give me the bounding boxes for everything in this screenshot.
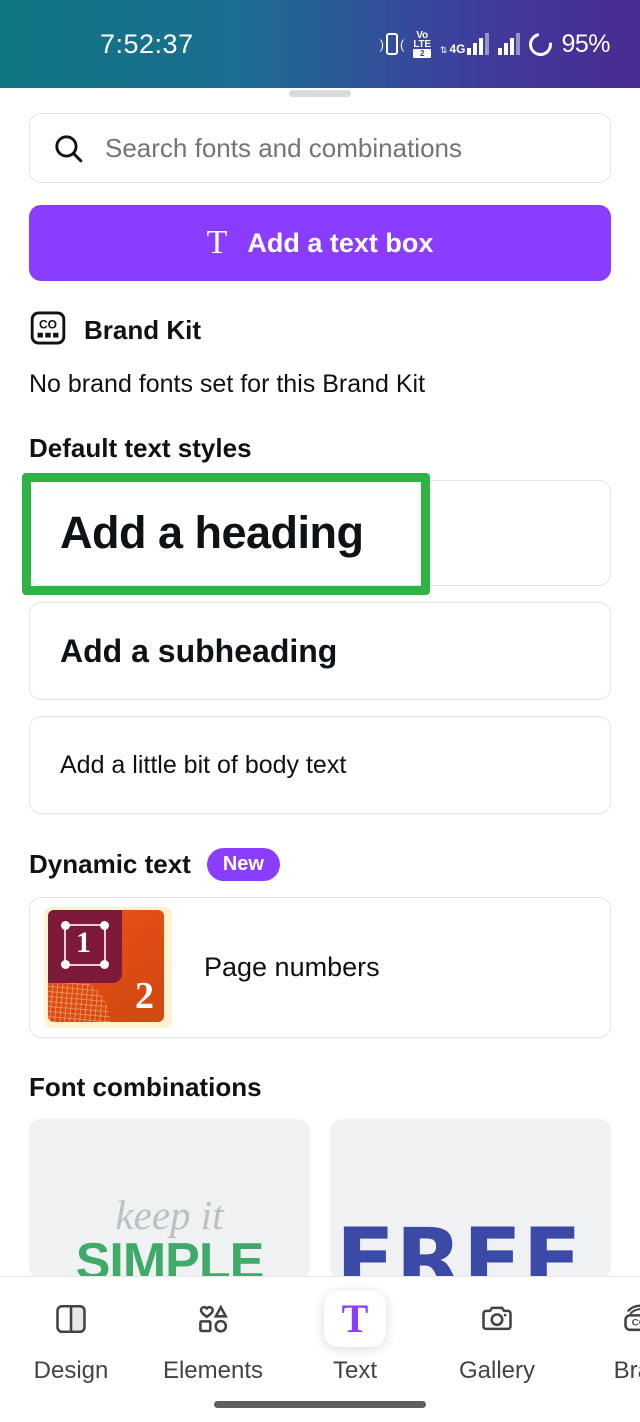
combo-card-2-line1: FREE bbox=[336, 1210, 583, 1279]
text-style-card-body[interactable]: Add a little bit of body text bbox=[29, 716, 611, 814]
dynamic-text-label: Dynamic text bbox=[29, 849, 191, 879]
text-T-icon: T bbox=[324, 1291, 386, 1347]
section-title-font-combinations: Font combinations bbox=[29, 1072, 262, 1102]
battery-percent: 95% bbox=[561, 29, 610, 58]
text-style-label-subheading: Add a subheading bbox=[60, 632, 338, 669]
status-time: 7:52:37 bbox=[100, 28, 194, 59]
nav-label-design: Design bbox=[33, 1357, 109, 1384]
camera-icon bbox=[466, 1291, 528, 1347]
font-combination-card-2[interactable]: FREE bbox=[330, 1119, 611, 1279]
network-type-label: 4G bbox=[449, 42, 466, 56]
text-T-icon: T bbox=[206, 224, 228, 261]
font-combination-list: keep it SIMPLE FREE bbox=[29, 1119, 611, 1279]
data-arrows-icon: ⇅ bbox=[439, 45, 448, 55]
signal-bars-icon-2 bbox=[498, 33, 521, 55]
page-numbers-thumbnail: 1 2 bbox=[44, 907, 172, 1028]
font-combination-card-1[interactable]: keep it SIMPLE bbox=[29, 1119, 310, 1279]
search-input[interactable] bbox=[105, 132, 588, 164]
brand-kit-note: No brand fonts set for this Brand Kit bbox=[29, 370, 426, 398]
battery-ring-icon bbox=[524, 27, 557, 61]
nav-label-brand-kit: Bran bbox=[613, 1357, 640, 1384]
volte-line2: LTE bbox=[413, 38, 431, 50]
nav-item-design[interactable]: Design bbox=[0, 1291, 142, 1385]
new-badge: New bbox=[206, 848, 280, 881]
status-icons: )( Vo LTE 2 ⇅ 4G 95% bbox=[380, 27, 610, 61]
combo-card-1-line2: SIMPLE bbox=[75, 1233, 265, 1279]
nav-item-elements[interactable]: Elements bbox=[142, 1291, 284, 1385]
elements-shapes-icon bbox=[182, 1291, 244, 1347]
nav-item-brand-kit[interactable]: CO Bran bbox=[568, 1291, 640, 1385]
brand-kit-co-icon: CO bbox=[608, 1291, 640, 1347]
nav-label-gallery: Gallery bbox=[458, 1357, 536, 1384]
text-style-label-body: Add a little bit of body text bbox=[60, 750, 347, 779]
volte-icon: Vo LTE 2 bbox=[413, 30, 431, 58]
bottom-navigation-bar: Design Elements T Text Gallery C Br bbox=[0, 1276, 640, 1422]
vibrate-icon: )( bbox=[380, 33, 404, 55]
brand-kit-co-icon: CO bbox=[29, 309, 67, 352]
text-panel-sheet: T Add a text box CO Brand Kit No brand f… bbox=[0, 78, 640, 1422]
sheet-drag-handle[interactable] bbox=[289, 90, 351, 97]
brand-kit-row[interactable]: CO Brand Kit bbox=[29, 309, 611, 352]
text-style-label-heading: Add a heading bbox=[60, 507, 364, 558]
dynamic-text-card-page-numbers[interactable]: 1 2 Page numbers bbox=[29, 897, 611, 1038]
text-style-card-subheading[interactable]: Add a subheading bbox=[29, 602, 611, 700]
status-bar: 7:52:37 )( Vo LTE 2 ⇅ 4G 95% bbox=[0, 0, 640, 88]
nav-item-text[interactable]: T Text bbox=[284, 1291, 426, 1385]
section-title-default-text-styles: Default text styles bbox=[29, 433, 252, 463]
thumbnail-inner: 1 2 bbox=[48, 910, 164, 1022]
thumbnail-number-one: 1 bbox=[76, 926, 91, 959]
svg-text:CO: CO bbox=[39, 318, 57, 332]
text-style-card-heading[interactable]: Add a heading bbox=[22, 473, 611, 595]
search-bar[interactable] bbox=[29, 113, 611, 183]
volte-sim-number: 2 bbox=[413, 48, 431, 58]
svg-text:CO: CO bbox=[632, 1318, 640, 1329]
nav-label-text: Text bbox=[332, 1357, 377, 1384]
thumbnail-number-two: 2 bbox=[135, 975, 154, 1017]
search-icon bbox=[52, 132, 85, 165]
home-indicator bbox=[214, 1401, 426, 1408]
design-layout-icon bbox=[40, 1291, 102, 1347]
section-title-dynamic-text: Dynamic text New bbox=[29, 848, 611, 881]
network-4g-icon: ⇅ 4G bbox=[440, 33, 490, 55]
brand-kit-title: Brand Kit bbox=[84, 315, 201, 345]
nav-item-gallery[interactable]: Gallery bbox=[426, 1291, 568, 1385]
add-text-box-button[interactable]: T Add a text box bbox=[29, 205, 611, 281]
add-text-box-label: Add a text box bbox=[247, 227, 434, 258]
dynamic-text-card-label: Page numbers bbox=[204, 952, 380, 982]
panel-content: T Add a text box CO Brand Kit No brand f… bbox=[0, 113, 640, 1279]
signal-bars-icon-1 bbox=[467, 33, 490, 55]
nav-label-elements: Elements bbox=[162, 1357, 264, 1384]
